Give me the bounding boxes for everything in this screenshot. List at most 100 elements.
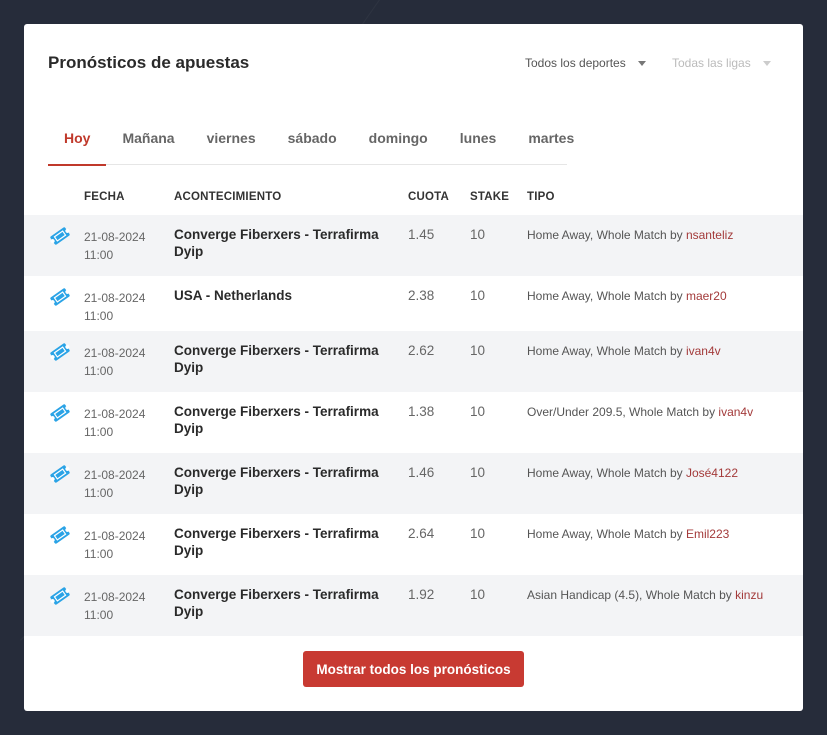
row-event[interactable]: Converge Fiberxers - Terrafirma Dyip [174, 226, 389, 260]
row-type: Over/Under 209.5, Whole Match by ivan4v [527, 405, 753, 419]
row-time: 11:00 [84, 486, 114, 500]
table-row[interactable]: 21-08-2024 11:00 Converge Fiberxers - Te… [24, 215, 803, 276]
table-row[interactable]: 21-08-2024 11:00 Converge Fiberxers - Te… [24, 453, 803, 514]
row-event[interactable]: Converge Fiberxers - Terrafirma Dyip [174, 464, 389, 498]
row-user-link[interactable]: ivan4v [686, 344, 721, 358]
row-stake: 10 [470, 526, 486, 541]
ticket-icon[interactable] [49, 343, 71, 361]
row-user-link[interactable]: José4122 [686, 466, 738, 480]
row-odds: 2.38 [408, 288, 435, 303]
row-datetime: 21-08-2024 11:00 [84, 405, 145, 441]
show-all-predictions-button[interactable]: Mostrar todos los pronósticos [303, 651, 524, 687]
row-time: 11:00 [84, 364, 114, 378]
column-header-fecha: FECHA [84, 191, 125, 203]
tab-manana[interactable]: Mañana [106, 118, 190, 165]
column-header-tipo: TIPO [527, 191, 555, 203]
chevron-down-icon [637, 60, 646, 66]
table-row[interactable]: 21-08-2024 11:00 Converge Fiberxers - Te… [24, 392, 803, 453]
row-date: 21-08-2024 [84, 407, 146, 421]
row-type-text: Home Away, Whole Match by [527, 289, 686, 303]
table-header: FECHA ACONTECIMIENTO CUOTA STAKE TIPO [24, 187, 803, 215]
tab-martes[interactable]: martes [512, 118, 590, 165]
row-event[interactable]: Converge Fiberxers - Terrafirma Dyip [174, 586, 389, 620]
row-date: 21-08-2024 [84, 230, 146, 244]
table-row[interactable]: 21-08-2024 11:00 Converge Fiberxers - Te… [24, 331, 803, 392]
row-datetime: 21-08-2024 11:00 [84, 466, 145, 502]
row-user-link[interactable]: kinzu [735, 588, 763, 602]
row-type-text: Home Away, Whole Match by [527, 527, 686, 541]
sport-filter-label: Todos los deportes [525, 56, 626, 70]
day-tabs: Hoy Mañana viernes sábado domingo lunes … [48, 118, 574, 166]
row-date: 21-08-2024 [84, 468, 146, 482]
row-user-link[interactable]: maer20 [686, 289, 727, 303]
page-title: Pronósticos de apuestas [48, 53, 250, 72]
tab-sabado[interactable]: sábado [272, 118, 353, 165]
ticket-icon[interactable] [49, 587, 71, 605]
row-type: Home Away, Whole Match by nsanteliz [527, 228, 733, 242]
table-row[interactable]: 21-08-2024 11:00 Converge Fiberxers - Te… [24, 575, 803, 636]
row-date: 21-08-2024 [84, 291, 146, 305]
row-event[interactable]: USA - Netherlands [174, 287, 389, 304]
row-type: Home Away, Whole Match by José4122 [527, 466, 738, 480]
row-odds: 2.62 [408, 343, 435, 358]
chevron-down-icon [762, 60, 771, 66]
row-user-link[interactable]: nsanteliz [686, 228, 733, 242]
row-type-text: Home Away, Whole Match by [527, 344, 686, 358]
row-datetime: 21-08-2024 11:00 [84, 228, 145, 264]
row-time: 11:00 [84, 608, 114, 622]
row-type: Asian Handicap (4.5), Whole Match by kin… [527, 588, 763, 602]
row-stake: 10 [470, 587, 486, 602]
ticket-icon[interactable] [49, 227, 71, 245]
row-datetime: 21-08-2024 11:00 [84, 527, 145, 563]
league-filter-dropdown[interactable]: Todas las ligas [672, 56, 771, 70]
table-row[interactable]: 21-08-2024 11:00 USA - Netherlands 2.38 … [24, 276, 803, 331]
row-event[interactable]: Converge Fiberxers - Terrafirma Dyip [174, 342, 389, 376]
row-stake: 10 [470, 288, 486, 303]
predictions-card: Pronósticos de apuestas Todos los deport… [24, 24, 803, 711]
row-type-text: Home Away, Whole Match by [527, 466, 686, 480]
row-stake: 10 [470, 465, 486, 480]
row-type-text: Asian Handicap (4.5), Whole Match by [527, 588, 736, 602]
row-type: Home Away, Whole Match by Emil223 [527, 527, 729, 541]
row-stake: 10 [470, 404, 486, 419]
row-user-link[interactable]: ivan4v [718, 405, 753, 419]
row-stake: 10 [470, 343, 486, 358]
row-type-text: Over/Under 209.5, Whole Match by [527, 405, 719, 419]
row-time: 11:00 [84, 248, 114, 262]
tab-viernes[interactable]: viernes [191, 118, 272, 165]
row-odds: 1.92 [408, 587, 435, 602]
row-type-text: Home Away, Whole Match by [527, 228, 686, 242]
ticket-icon[interactable] [49, 404, 71, 422]
row-datetime: 21-08-2024 11:00 [84, 588, 145, 624]
table-row[interactable]: 21-08-2024 11:00 Converge Fiberxers - Te… [24, 514, 803, 575]
column-header-cuota: CUOTA [408, 191, 450, 203]
ticket-icon[interactable] [49, 526, 71, 544]
column-header-stake: STAKE [470, 191, 510, 203]
predictions-table-body: 21-08-2024 11:00 Converge Fiberxers - Te… [24, 215, 803, 636]
row-type: Home Away, Whole Match by maer20 [527, 289, 727, 303]
tab-hoy[interactable]: Hoy [48, 118, 107, 166]
sport-filter-dropdown[interactable]: Todos los deportes [525, 56, 646, 70]
tab-lunes[interactable]: lunes [444, 118, 513, 165]
row-datetime: 21-08-2024 11:00 [84, 289, 145, 325]
row-user-link[interactable]: Emil223 [686, 527, 729, 541]
row-event[interactable]: Converge Fiberxers - Terrafirma Dyip [174, 525, 389, 559]
row-odds: 1.45 [408, 227, 435, 242]
row-time: 11:00 [84, 425, 114, 439]
row-type: Home Away, Whole Match by ivan4v [527, 344, 721, 358]
row-stake: 10 [470, 227, 486, 242]
tab-domingo[interactable]: domingo [353, 118, 444, 165]
ticket-icon[interactable] [49, 288, 71, 306]
row-time: 11:00 [84, 547, 114, 561]
row-datetime: 21-08-2024 11:00 [84, 344, 145, 380]
row-event[interactable]: Converge Fiberxers - Terrafirma Dyip [174, 403, 389, 437]
row-odds: 1.46 [408, 465, 435, 480]
row-time: 11:00 [84, 309, 114, 323]
row-date: 21-08-2024 [84, 346, 146, 360]
league-filter-label: Todas las ligas [672, 56, 751, 70]
row-date: 21-08-2024 [84, 590, 146, 604]
row-odds: 2.64 [408, 526, 435, 541]
ticket-icon[interactable] [49, 465, 71, 483]
column-header-acontecimiento: ACONTECIMIENTO [174, 191, 282, 203]
row-odds: 1.38 [408, 404, 435, 419]
